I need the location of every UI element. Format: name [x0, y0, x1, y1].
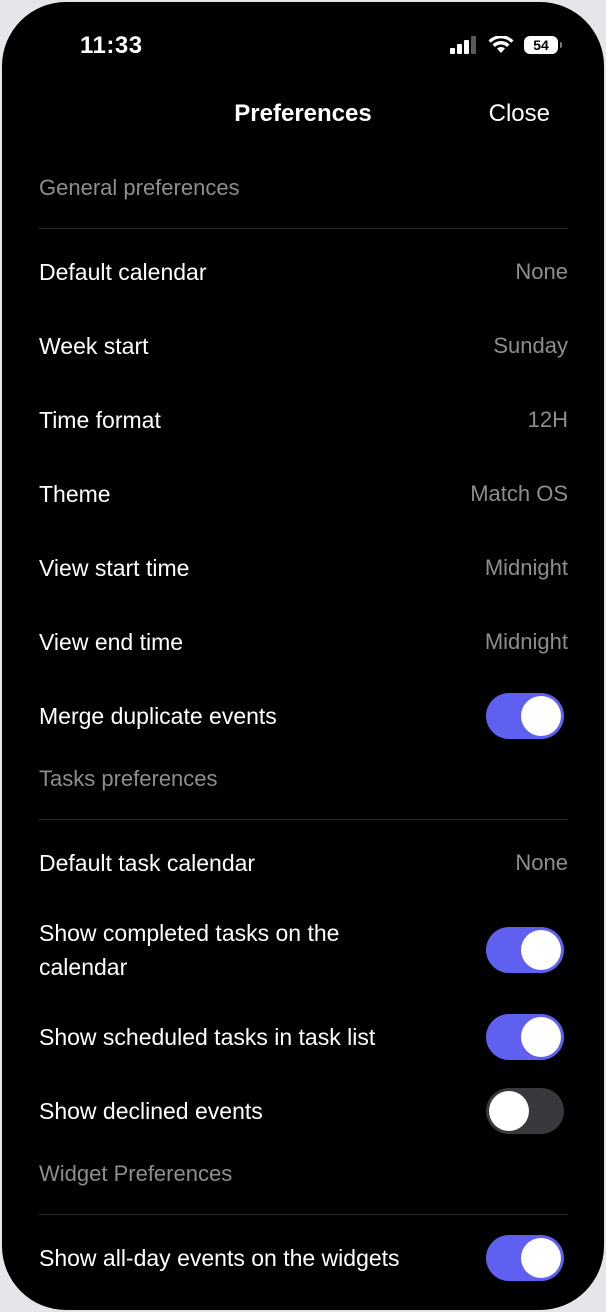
- row-default-task-calendar[interactable]: Default task calendar None: [39, 826, 568, 900]
- toggle-knob: [489, 1091, 529, 1131]
- row-label: Merge duplicate events: [39, 703, 277, 729]
- section-header-widget: Widget Preferences: [39, 1148, 568, 1215]
- row-value: None: [515, 850, 568, 875]
- toggle-knob: [521, 1238, 561, 1278]
- status-bar: 11:33 54: [2, 32, 604, 64]
- row-show-scheduled-tasks: Show scheduled tasks in task list: [39, 1000, 568, 1074]
- wifi-icon: [488, 36, 514, 53]
- row-label: View end time: [39, 629, 184, 655]
- row-value: None: [515, 259, 568, 284]
- row-view-end-time[interactable]: View end time Midnight: [39, 605, 568, 679]
- show-scheduled-tasks-toggle[interactable]: [486, 1014, 564, 1060]
- row-theme[interactable]: Theme Match OS: [39, 457, 568, 531]
- row-show-declined-events: Show declined events: [39, 1074, 568, 1148]
- toggle-knob: [521, 696, 561, 736]
- section-header-general: General preferences: [39, 162, 568, 229]
- row-label: Default calendar: [39, 259, 207, 285]
- row-label: Show scheduled tasks in task list: [39, 1024, 376, 1050]
- show-completed-tasks-toggle[interactable]: [486, 927, 564, 973]
- battery-level: 54: [533, 37, 549, 53]
- row-label: Theme: [39, 481, 111, 507]
- row-value: Midnight: [484, 629, 568, 654]
- row-value: Match OS: [470, 481, 568, 506]
- row-view-start-time[interactable]: View start time Midnight: [39, 531, 568, 605]
- row-merge-duplicate-events: Merge duplicate events: [39, 679, 568, 753]
- row-show-all-day-events: Show all-day events on the widgets: [39, 1221, 568, 1295]
- row-label: Default task calendar: [39, 850, 256, 876]
- row-label: Show completed tasks on the calendar: [39, 920, 340, 980]
- row-label: Show declined events: [39, 1098, 263, 1124]
- battery-indicator: 54: [524, 36, 562, 54]
- merge-duplicates-toggle[interactable]: [486, 693, 564, 739]
- show-declined-events-toggle[interactable]: [486, 1088, 564, 1134]
- row-week-start[interactable]: Week start Sunday: [39, 309, 568, 383]
- navigation-bar: Preferences Close: [2, 94, 604, 134]
- row-value: Midnight: [484, 555, 568, 580]
- show-all-day-events-toggle[interactable]: [486, 1235, 564, 1281]
- toggle-knob: [521, 1017, 561, 1057]
- row-value: 12H: [527, 407, 568, 432]
- row-label: Show all-day events on the widgets: [39, 1245, 400, 1271]
- status-time: 11:33: [80, 32, 143, 59]
- row-label: Time format: [39, 407, 161, 433]
- row-label: View start time: [39, 555, 190, 581]
- row-label: Week start: [39, 333, 149, 359]
- cellular-signal-icon: [450, 36, 476, 54]
- section-header-tasks: Tasks preferences: [39, 753, 568, 820]
- phone-screen: 11:33 54 Preferences Close General prefe…: [2, 2, 604, 1310]
- row-time-format[interactable]: Time format 12H: [39, 383, 568, 457]
- status-icons: 54: [450, 36, 562, 54]
- preferences-list: General preferences Default calendar Non…: [39, 162, 568, 1295]
- toggle-knob: [521, 930, 561, 970]
- row-default-calendar[interactable]: Default calendar None: [39, 235, 568, 309]
- row-show-completed-tasks: Show completed tasks on the calendar: [39, 900, 568, 1000]
- close-button[interactable]: Close: [489, 100, 550, 128]
- row-value: Sunday: [493, 333, 568, 358]
